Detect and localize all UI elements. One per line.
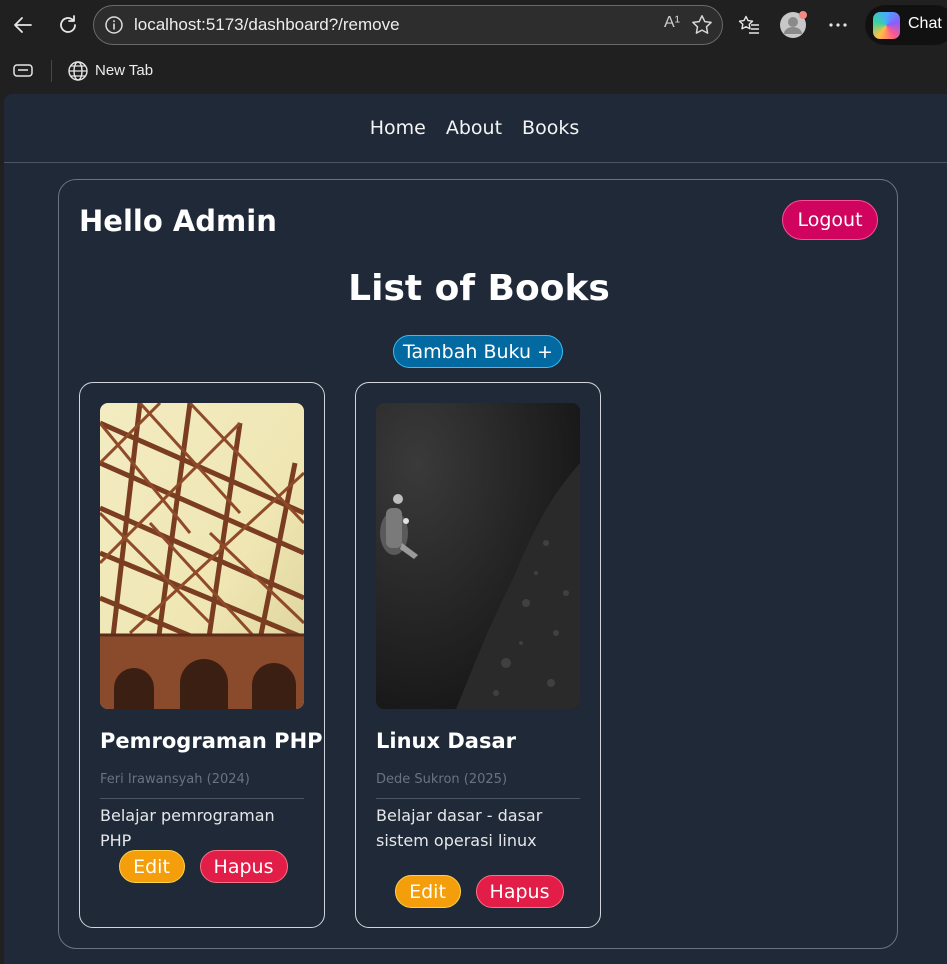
nav-books-link[interactable]: Books [522,117,579,139]
divider [376,798,580,799]
book-card: Pemrograman PHP Feri Irawansyah (2024) B… [79,382,325,928]
back-arrow-icon[interactable] [6,8,40,42]
edit-button[interactable]: Edit [394,875,461,908]
globe-icon [68,61,88,81]
main-nav: Home About Books [4,94,947,163]
page-title: List of Books [348,268,610,309]
favorite-star-icon[interactable] [690,13,714,37]
dashboard-panel: Hello Admin Logout List of Books Tambah … [58,179,898,949]
book-author-year: Dede Sukron (2025) [376,772,508,787]
browser-toolbar: localhost:5173/dashboard?/remove A¹ Chat [0,0,947,50]
refresh-icon[interactable] [51,8,85,42]
book-title: Linux Dasar [376,729,516,753]
page-viewport: Home About Books Hello Admin Logout List… [4,94,947,964]
book-actions: Edit Hapus [356,875,602,908]
nav-home-link[interactable]: Home [370,117,426,139]
edit-button[interactable]: Edit [118,850,185,883]
book-card: Linux Dasar Dede Sukron (2025) Belajar d… [355,382,601,928]
copilot-icon [873,12,900,39]
read-aloud-icon[interactable]: A¹ [664,14,680,32]
more-icon[interactable] [821,8,855,42]
book-cover-image [376,403,580,709]
divider [100,798,304,799]
delete-button[interactable]: Hapus [199,850,288,883]
bookmarks-divider [51,60,52,82]
address-bar[interactable]: localhost:5173/dashboard?/remove A¹ [93,5,723,45]
bookmark-new-tab[interactable]: New Tab [95,62,153,79]
book-description: Belajar dasar - dasar sistem operasi lin… [376,806,543,850]
info-icon[interactable] [104,15,124,35]
book-cover-image [100,403,304,709]
copilot-chat-button[interactable]: Chat [865,5,947,45]
profile-avatar-icon[interactable] [776,8,810,42]
nav-about-link[interactable]: About [446,117,502,139]
favorites-list-icon[interactable] [732,8,766,42]
book-title: Pemrograman PHP [100,729,323,753]
delete-button[interactable]: Hapus [475,875,564,908]
logout-button[interactable]: Logout [782,200,878,240]
tab-actions-icon[interactable] [12,62,34,80]
copilot-label: Chat [908,15,942,32]
book-description: Belajar pemrograman PHP [100,806,275,850]
book-author-year: Feri Irawansyah (2024) [100,772,250,787]
bookmarks-bar: New Tab [0,50,947,92]
add-book-button[interactable]: Tambah Buku + [393,335,563,368]
greeting-heading: Hello Admin [79,204,277,238]
url-text[interactable]: localhost:5173/dashboard?/remove [134,15,400,35]
book-actions: Edit Hapus [80,850,326,883]
